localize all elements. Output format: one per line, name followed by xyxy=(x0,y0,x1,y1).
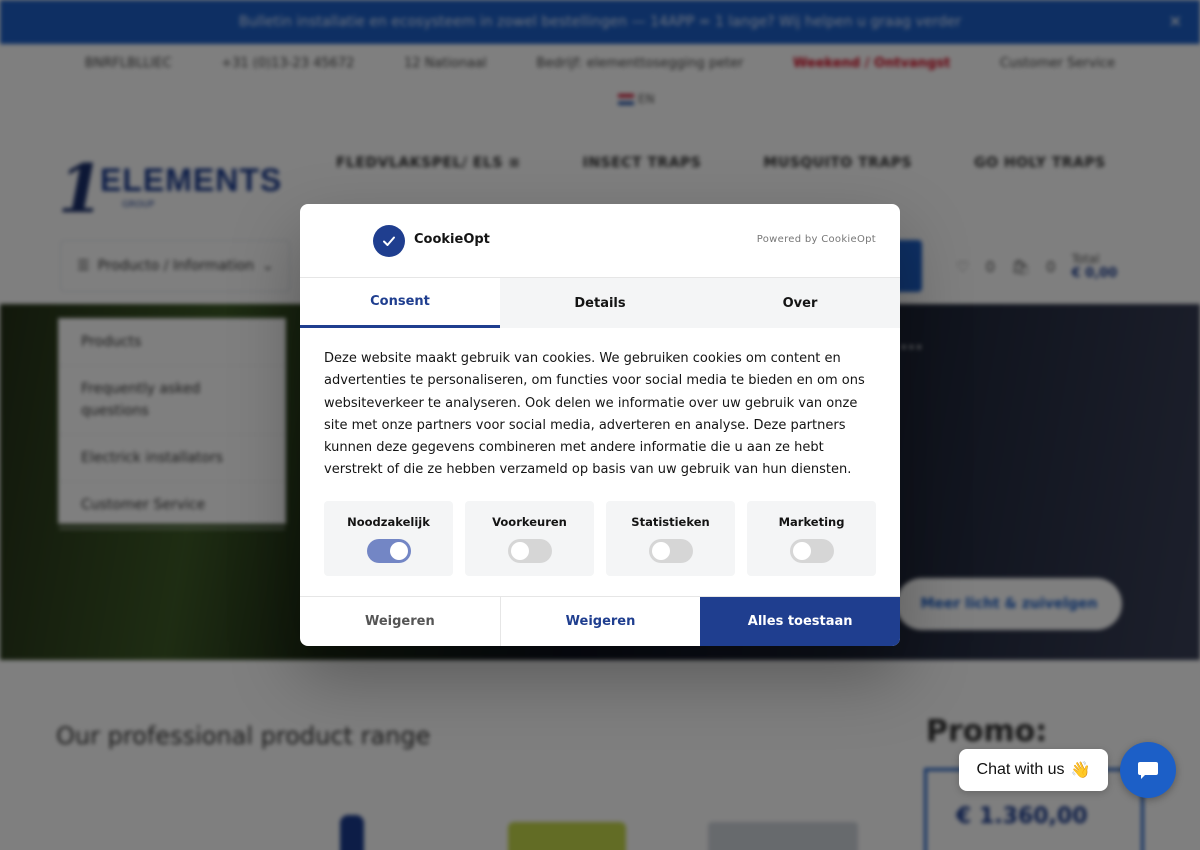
chat-launcher-button[interactable] xyxy=(1120,742,1176,798)
category-label: Marketing xyxy=(778,515,845,529)
consent-tabs: Consent Details Over xyxy=(300,278,900,328)
category-preferences: Voorkeuren xyxy=(465,501,594,576)
statistics-toggle[interactable] xyxy=(648,539,693,563)
category-statistics: Statistieken xyxy=(606,501,735,576)
category-label: Noodzakelijk xyxy=(347,515,430,529)
necessary-toggle[interactable] xyxy=(366,539,411,563)
cookie-consent-dialog: CookieOpt Powered by CookieOpt Consent D… xyxy=(300,204,900,646)
allow-all-button[interactable]: Alles toestaan xyxy=(700,597,900,646)
toggle-knob xyxy=(389,542,408,560)
consent-description: Deze website maakt gebruik van cookies. … xyxy=(324,351,865,478)
toggle-knob xyxy=(651,542,670,560)
waving-hand-icon: 👋 xyxy=(1070,762,1091,779)
brand-name: CookieOpt xyxy=(414,232,490,247)
dialog-header: CookieOpt Powered by CookieOpt xyxy=(300,204,900,278)
chat-bubble[interactable]: Chat with us 👋 xyxy=(959,749,1108,791)
consent-actions: Weigeren Weigeren Alles toestaan xyxy=(300,596,900,646)
category-necessary: Noodzakelijk xyxy=(324,501,453,576)
tab-over[interactable]: Over xyxy=(700,278,900,328)
cookieopt-check-icon xyxy=(373,225,405,257)
tab-consent[interactable]: Consent xyxy=(300,278,500,328)
chat-icon xyxy=(1138,762,1158,779)
category-marketing: Marketing xyxy=(747,501,876,576)
chat-label: Chat with us xyxy=(976,761,1065,778)
consent-categories: Noodzakelijk Voorkeuren Statistieken Mar… xyxy=(324,501,876,576)
category-label: Voorkeuren xyxy=(492,515,567,529)
tab-details[interactable]: Details xyxy=(500,278,700,328)
powered-by-link[interactable]: Powered by CookieOpt xyxy=(757,234,876,245)
preferences-toggle[interactable] xyxy=(507,539,552,563)
reject-secondary-button[interactable]: Weigeren xyxy=(501,597,701,646)
toggle-knob xyxy=(792,542,811,560)
reject-button[interactable]: Weigeren xyxy=(300,597,501,646)
marketing-toggle[interactable] xyxy=(789,539,834,563)
category-label: Statistieken xyxy=(631,515,710,529)
toggle-knob xyxy=(510,542,529,560)
